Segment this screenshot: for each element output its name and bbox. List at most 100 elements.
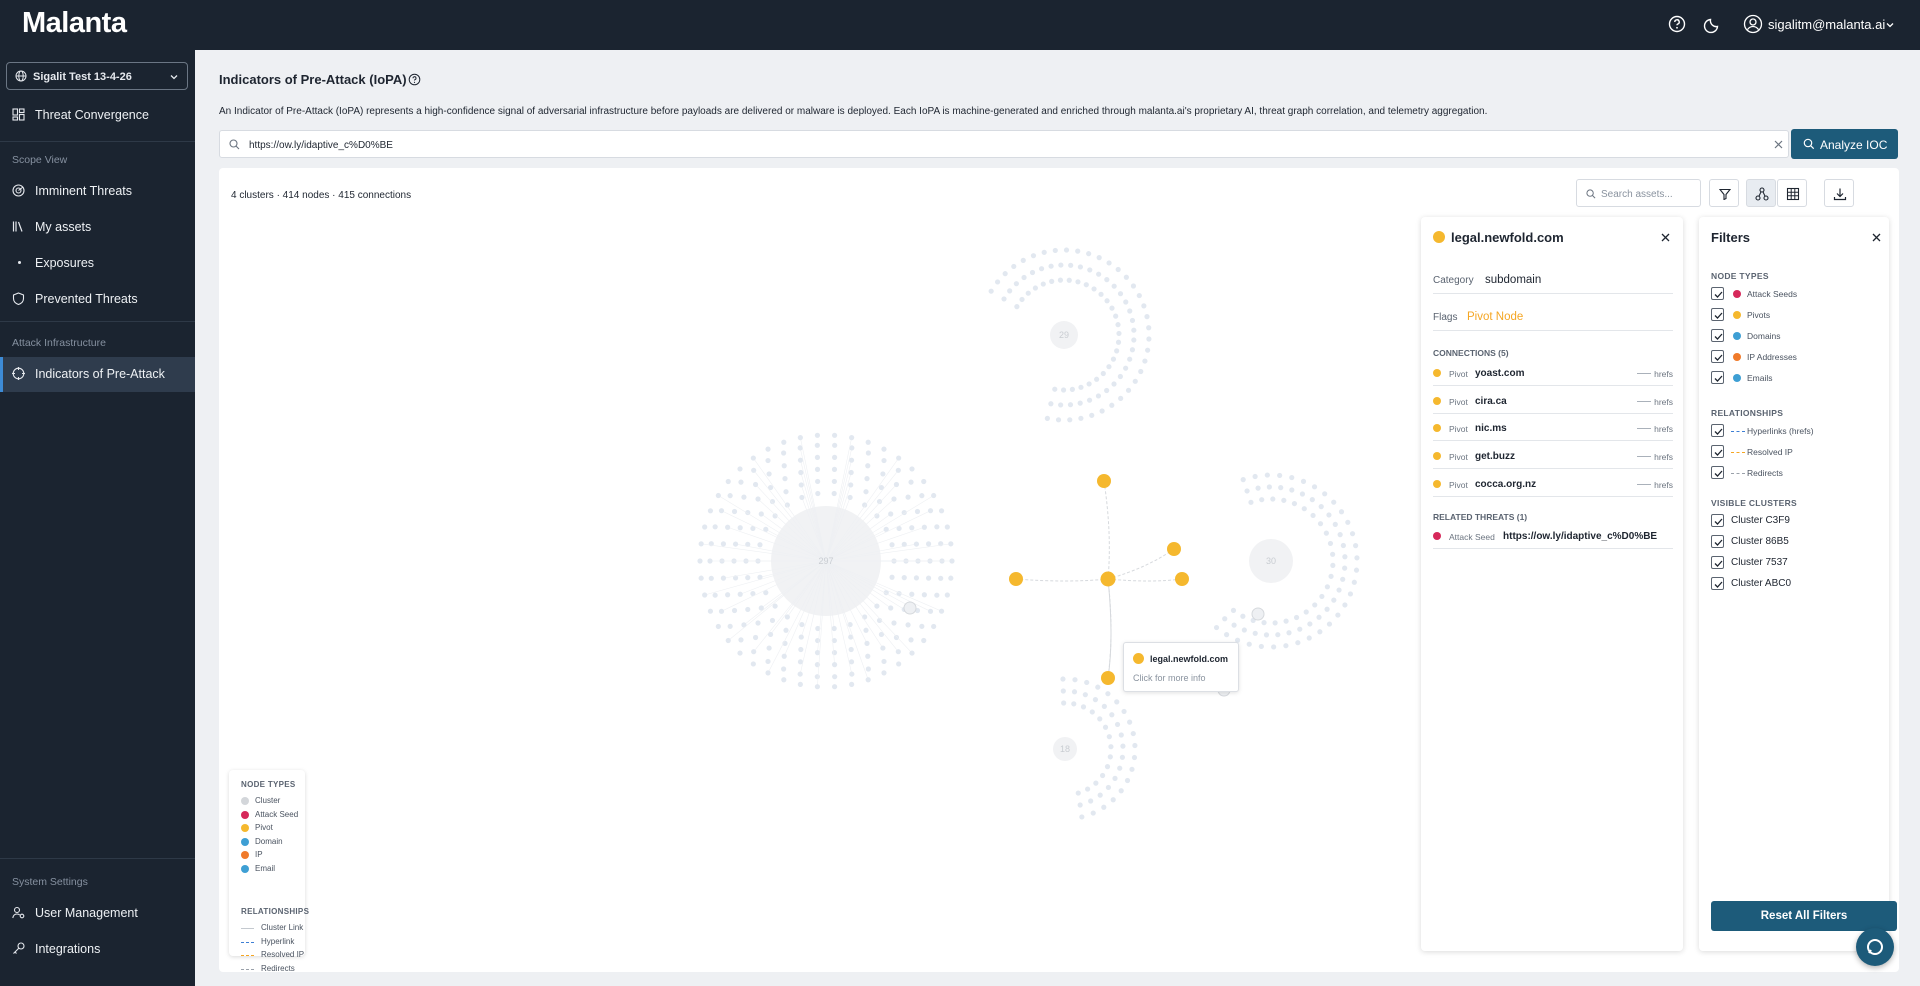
- domain-node[interactable]: [1240, 477, 1246, 483]
- domain-node[interactable]: [948, 541, 954, 547]
- domain-node[interactable]: [765, 446, 771, 452]
- domain-node[interactable]: [1090, 810, 1096, 816]
- domain-node[interactable]: [1086, 397, 1093, 403]
- domain-node[interactable]: [702, 592, 708, 598]
- domain-node[interactable]: [737, 591, 743, 597]
- domain-node[interactable]: [1146, 325, 1152, 331]
- domain-node[interactable]: [849, 435, 855, 441]
- domain-node[interactable]: [741, 494, 747, 500]
- domain-node[interactable]: [944, 592, 950, 598]
- domain-node[interactable]: [1132, 378, 1138, 384]
- sidebar-item-imminent-threats[interactable]: Imminent Threats: [0, 174, 195, 208]
- domain-node[interactable]: [765, 457, 771, 464]
- domain-node[interactable]: [1286, 630, 1292, 636]
- checkbox-checked-icon[interactable]: [1711, 308, 1724, 321]
- help-icon[interactable]: [408, 73, 421, 86]
- domain-node[interactable]: [865, 677, 871, 683]
- domain-node[interactable]: [1080, 704, 1087, 710]
- domain-node[interactable]: [702, 524, 708, 530]
- domain-node[interactable]: [1089, 412, 1095, 418]
- domain-node[interactable]: [1091, 286, 1097, 292]
- domain-node[interactable]: [944, 524, 950, 530]
- domain-node[interactable]: [781, 666, 787, 672]
- domain-node[interactable]: [725, 478, 731, 485]
- checkbox-checked-icon[interactable]: [1711, 350, 1724, 363]
- domain-node[interactable]: [847, 494, 853, 501]
- domain-node[interactable]: [697, 558, 703, 564]
- domain-node[interactable]: [1342, 554, 1348, 560]
- domain-node[interactable]: [783, 627, 789, 633]
- domain-node[interactable]: [913, 575, 920, 581]
- domain-node[interactable]: [880, 645, 886, 651]
- domain-node[interactable]: [1246, 641, 1252, 647]
- domain-node[interactable]: [1101, 703, 1107, 709]
- domain-node[interactable]: [1077, 264, 1083, 270]
- domain-node[interactable]: [1127, 308, 1133, 314]
- domain-node[interactable]: [1223, 632, 1230, 638]
- domain-node[interactable]: [1340, 542, 1346, 549]
- domain-node[interactable]: [1048, 401, 1054, 407]
- domain-node[interactable]: [738, 479, 744, 485]
- domain-node[interactable]: [1118, 732, 1124, 738]
- domain-node[interactable]: [1213, 624, 1220, 631]
- domain-node[interactable]: [1113, 313, 1119, 319]
- chat-support-button[interactable]: [1856, 928, 1894, 966]
- domain-node[interactable]: [1310, 512, 1316, 519]
- domain-node[interactable]: [1061, 700, 1067, 706]
- domain-node[interactable]: [1281, 497, 1287, 503]
- domain-node[interactable]: [864, 640, 870, 646]
- domain-node[interactable]: [1121, 708, 1127, 715]
- domain-node[interactable]: [769, 498, 776, 505]
- asset-search-input[interactable]: Search assets...: [1576, 179, 1701, 207]
- domain-node[interactable]: [913, 541, 920, 547]
- domain-node[interactable]: [1099, 772, 1106, 779]
- domain-node[interactable]: [1338, 509, 1345, 515]
- domain-node[interactable]: [1095, 393, 1102, 399]
- domain-node[interactable]: [1289, 474, 1295, 481]
- domain-node[interactable]: [949, 558, 955, 564]
- domain-node[interactable]: [896, 661, 902, 667]
- domain-node[interactable]: [934, 524, 940, 530]
- domain-node[interactable]: [1316, 614, 1322, 620]
- domain-node[interactable]: [755, 620, 761, 626]
- connection-row[interactable]: Pivot cira.ca hrefs: [1433, 388, 1673, 414]
- domain-node[interactable]: [865, 463, 871, 469]
- domain-node[interactable]: [919, 623, 925, 629]
- checkbox-checked-icon[interactable]: [1711, 445, 1724, 458]
- domain-node[interactable]: [1353, 543, 1359, 549]
- domain-node[interactable]: [1089, 709, 1095, 715]
- checkbox-checked-icon[interactable]: [1711, 329, 1724, 342]
- domain-node[interactable]: [1354, 555, 1360, 561]
- domain-node[interactable]: [1085, 786, 1091, 792]
- domain-node[interactable]: [925, 541, 932, 547]
- sidebar-item-integrations[interactable]: Integrations: [0, 932, 195, 966]
- domain-node[interactable]: [1270, 496, 1276, 502]
- domain-node[interactable]: [1259, 497, 1265, 503]
- domain-node[interactable]: [1342, 565, 1348, 571]
- domain-node[interactable]: [1129, 766, 1135, 772]
- domain-node[interactable]: [927, 508, 934, 514]
- checkbox-checked-icon[interactable]: [1711, 556, 1724, 569]
- domain-node[interactable]: [1107, 754, 1113, 760]
- domain-node[interactable]: [1097, 716, 1103, 722]
- domain-node[interactable]: [908, 637, 914, 643]
- domain-node[interactable]: [1105, 691, 1111, 697]
- checkbox-checked-icon[interactable]: [1711, 371, 1724, 384]
- domain-node[interactable]: [1110, 356, 1117, 362]
- domain-node[interactable]: [1094, 376, 1100, 382]
- domain-node[interactable]: [1307, 621, 1313, 627]
- domain-node[interactable]: [994, 279, 1001, 285]
- connection-row[interactable]: Pivot cocca.org.nz hrefs: [1433, 471, 1673, 497]
- domain-node[interactable]: [1244, 488, 1250, 494]
- domain-node[interactable]: [1301, 506, 1307, 512]
- domain-node[interactable]: [1114, 721, 1121, 728]
- domain-node[interactable]: [814, 454, 821, 460]
- filter-button[interactable]: [1709, 179, 1739, 207]
- faded-node[interactable]: [903, 601, 917, 615]
- domain-node[interactable]: [881, 670, 887, 676]
- domain-node[interactable]: [1011, 263, 1017, 270]
- domain-node[interactable]: [1131, 754, 1138, 761]
- sidebar-item-user-management[interactable]: User Management: [0, 896, 195, 930]
- domain-node[interactable]: [797, 671, 803, 677]
- domain-node[interactable]: [1030, 253, 1037, 259]
